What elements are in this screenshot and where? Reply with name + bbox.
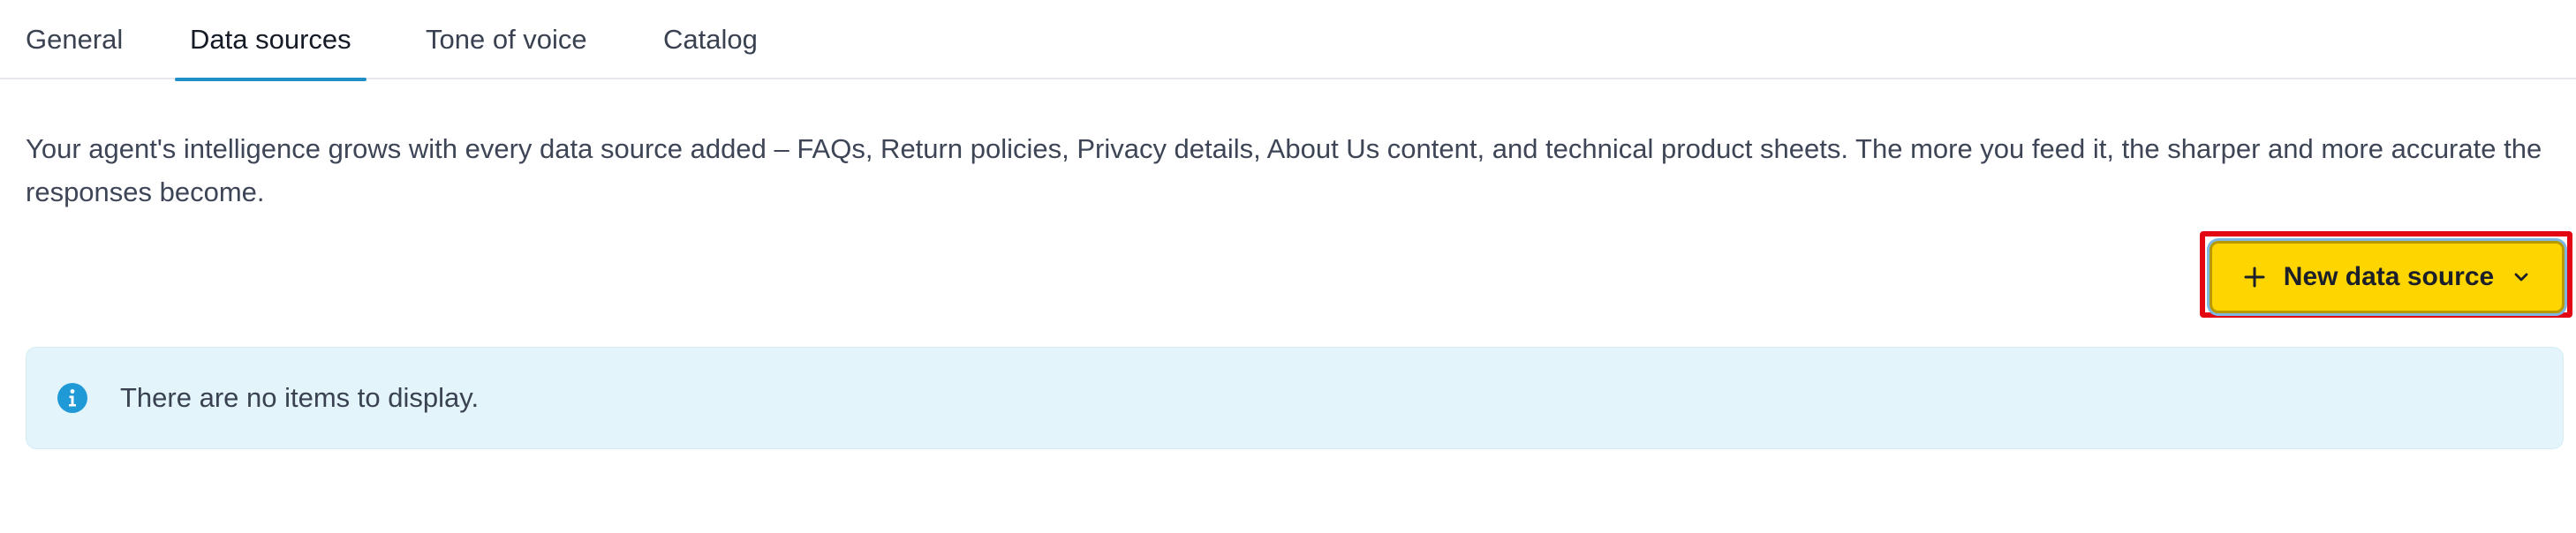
tab-catalog-label: Catalog: [663, 24, 758, 55]
tab-tone-of-voice[interactable]: Tone of voice: [426, 0, 587, 79]
tab-tone-of-voice-label: Tone of voice: [426, 24, 587, 55]
tab-general[interactable]: General: [26, 0, 123, 79]
active-tab-indicator: [175, 78, 366, 81]
empty-state-banner: There are no items to display.: [26, 347, 2564, 449]
empty-state-message: There are no items to display.: [120, 382, 480, 413]
tab-data-sources-label: Data sources: [190, 24, 351, 55]
data-sources-description: Your agent's intelligence grows with eve…: [26, 133, 2542, 207]
new-data-source-label: New data source: [2283, 262, 2495, 291]
info-icon: [57, 382, 88, 414]
plus-icon: [2243, 266, 2266, 289]
tab-general-label: General: [26, 24, 124, 55]
tab-bar: General Data sources Tone of voice Catal…: [0, 0, 2576, 81]
new-data-source-button[interactable]: New data source: [2210, 241, 2565, 313]
tab-data-sources[interactable]: Data sources: [175, 0, 366, 81]
chevron-down-icon: [2512, 267, 2531, 287]
tab-catalog[interactable]: Catalog: [663, 0, 758, 79]
